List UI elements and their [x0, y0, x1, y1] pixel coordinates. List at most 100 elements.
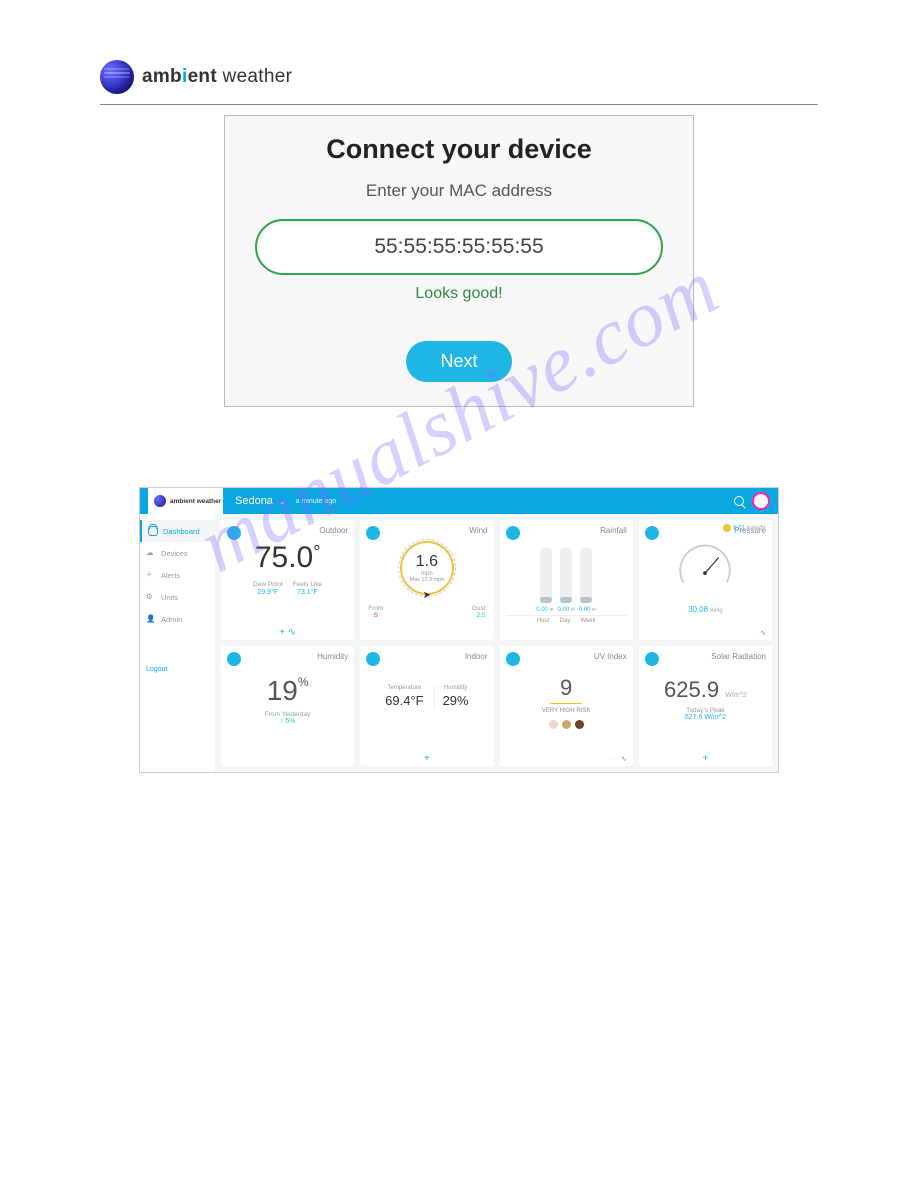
sidebar-logout[interactable]: Logout	[140, 660, 215, 679]
wind-direction-arrow-icon: ➤	[423, 590, 431, 601]
sidebar-label-units: Units	[161, 593, 178, 602]
dashboard-icon	[148, 526, 158, 536]
card-uv: UV Index 9 VERY HIGH RISK ∿	[500, 646, 633, 766]
dewpoint-value: 29.9°F	[253, 589, 283, 596]
expand-icon[interactable]: +	[424, 753, 430, 764]
sidebar-item-units[interactable]: ⚙ Units	[140, 586, 215, 608]
expand-icon[interactable]: + ∿	[279, 627, 296, 638]
uv-icon	[506, 652, 520, 666]
brand-part1: amb	[142, 66, 182, 87]
pressure-gauge	[674, 539, 736, 601]
sidebar-item-alerts[interactable]: ✧ Alerts	[140, 564, 215, 586]
connect-title: Connect your device	[247, 134, 671, 165]
wind-max: Max 12.3 mph	[409, 577, 444, 583]
card-outdoor: Outdoor 75.0° Dew Point 29.9°F Feels Lik…	[221, 520, 354, 640]
units-icon: ⚙	[146, 592, 156, 602]
dewpoint-label: Dew Point	[253, 581, 283, 588]
card-title-rain: Rainfall	[506, 526, 627, 535]
sidebar-item-dashboard[interactable]: Dashboard	[140, 520, 215, 542]
dashboard-topbar: ambient weather Sedona ⌄ a minute ago	[140, 488, 778, 514]
indoor-icon	[366, 652, 380, 666]
devices-icon: ☁	[146, 548, 156, 558]
skin-tone-dots	[506, 720, 627, 729]
validation-message: Looks good!	[247, 285, 671, 303]
alerts-icon: ✧	[146, 570, 156, 580]
humidity-change: ↑ 5%	[227, 718, 348, 725]
mac-address-input[interactable]	[255, 219, 662, 275]
outdoor-temp: 75.0°	[227, 543, 348, 573]
brand-header: ambient weather	[100, 60, 818, 94]
sidebar-label-devices: Devices	[161, 549, 188, 558]
sidebar-label-dashboard: Dashboard	[163, 527, 200, 536]
header-rule	[100, 104, 818, 105]
rain-bars	[506, 543, 627, 603]
dashboard-logo-text: ambient weather	[170, 498, 221, 505]
rain-week-label: Week	[580, 618, 595, 624]
wind-gust: 2.5	[472, 612, 486, 619]
card-title-humidity: Humidity	[227, 652, 348, 661]
rain-icon	[506, 526, 520, 540]
brand-text: ambient weather	[142, 66, 292, 88]
solar-peak: 627.6 W/m^2	[645, 714, 766, 721]
indoor-temp: 69.4°F	[385, 693, 423, 708]
rain-day-label: Day	[560, 618, 571, 624]
chart-icon[interactable]: ∿	[760, 629, 766, 637]
card-indoor: Indoor Temperature 69.4°F Humidity 29% +	[360, 646, 493, 766]
humidity-sub: From Yesterday	[227, 711, 348, 718]
card-title-wind: Wind	[366, 526, 487, 535]
card-title-outdoor: Outdoor	[227, 526, 348, 535]
card-humidity: Humidity 19% From Yesterday ↑ 5%	[221, 646, 354, 766]
wind-speed: 1.6	[416, 553, 438, 571]
admin-icon: 👤	[146, 614, 156, 624]
uv-value: 9	[550, 675, 582, 704]
chart-icon[interactable]: ∿	[621, 755, 627, 763]
sidebar: Dashboard ☁ Devices ✧ Alerts ⚙ Units 👤 A…	[140, 514, 215, 772]
dashboard-screenshot: ambient weather Sedona ⌄ a minute ago Da…	[139, 487, 779, 773]
wind-gust-label: Gust	[472, 605, 486, 612]
wind-from: S	[368, 612, 383, 619]
indoor-hum-label: Humidity	[443, 685, 469, 691]
avatar[interactable]	[752, 492, 770, 510]
pressure-rate: 0.01 inHg/hr	[723, 524, 766, 532]
wind-icon	[366, 526, 380, 540]
humidity-icon	[227, 652, 241, 666]
card-title-uv: UV Index	[506, 652, 627, 661]
wind-from-label: From	[368, 605, 383, 612]
rain-week: 0.00	[579, 607, 591, 613]
indoor-temp-label: Temperature	[385, 685, 423, 691]
last-updated: a minute ago	[296, 498, 336, 505]
wind-unit: mph	[421, 571, 433, 577]
sidebar-item-admin[interactable]: 👤 Admin	[140, 608, 215, 630]
chevron-down-icon[interactable]: ⌄	[279, 497, 286, 506]
brand-part3: weather	[217, 66, 292, 87]
search-icon[interactable]	[734, 496, 744, 506]
outdoor-temp-value: 75.0	[255, 541, 313, 574]
humidity-value: 19	[267, 675, 298, 706]
card-wind: Wind 1.6 mph Max 12.3 mph ➤ FromS Gust2.…	[360, 520, 493, 640]
uv-risk: VERY HIGH RISK	[506, 708, 627, 714]
sidebar-item-devices[interactable]: ☁ Devices	[140, 542, 215, 564]
outdoor-icon	[227, 526, 241, 540]
connect-device-panel: Connect your device Enter your MAC addre…	[224, 115, 694, 407]
solar-icon	[645, 652, 659, 666]
expand-icon[interactable]: +	[702, 753, 708, 764]
location-selector[interactable]: Sedona	[235, 495, 273, 507]
card-title-solar: Solar Radiation	[645, 652, 766, 661]
mini-sphere-icon	[154, 495, 166, 507]
pressure-value: 30.08	[688, 605, 708, 614]
wind-gauge: 1.6 mph Max 12.3 mph ➤	[400, 541, 454, 595]
next-button[interactable]: Next	[406, 341, 511, 382]
feelslike-value: 73.1°F	[293, 589, 323, 596]
card-solar: Solar Radiation 625.9 W/m^2 Today's Peak…	[639, 646, 772, 766]
pressure-icon	[645, 526, 659, 540]
rain-day: 0.00	[557, 607, 569, 613]
rain-bar-week	[580, 547, 592, 603]
rain-hour: 0.00	[536, 607, 548, 613]
rain-bar-day	[560, 547, 572, 603]
indoor-hum: 29%	[443, 693, 469, 708]
feelslike-label: Feels Like	[293, 581, 323, 588]
dashboard-logo: ambient weather	[148, 488, 223, 514]
connect-subtitle: Enter your MAC address	[247, 181, 671, 201]
solar-peak-label: Today's Peak	[645, 707, 766, 714]
solar-value: 625.9	[664, 677, 719, 702]
